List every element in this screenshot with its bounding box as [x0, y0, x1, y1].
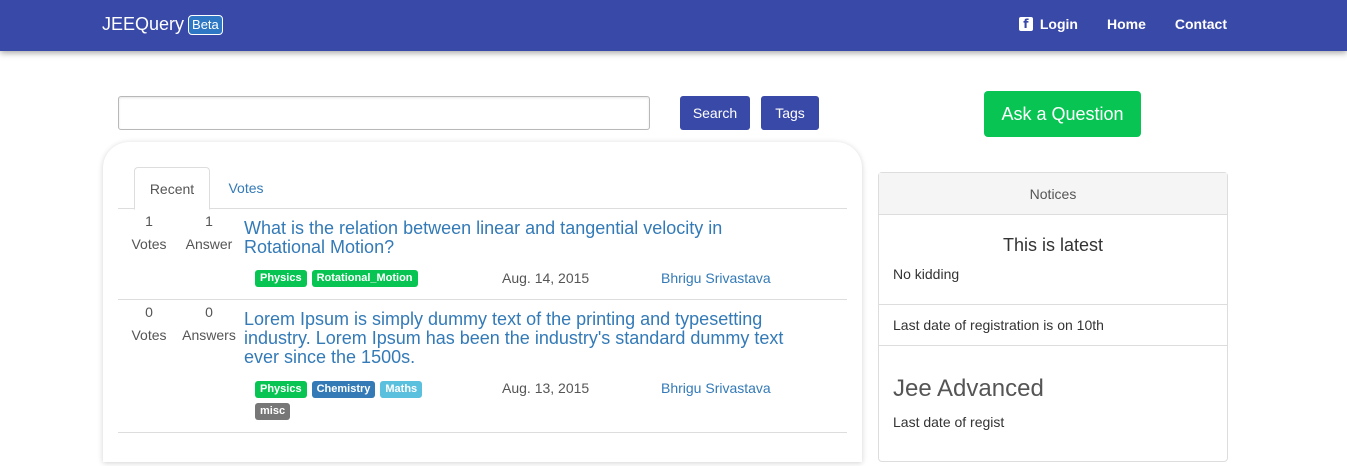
- vote-label: Votes: [131, 327, 167, 343]
- notice-text: No kidding: [893, 266, 960, 282]
- notice-item: Last date of registration is on 10th: [879, 305, 1227, 346]
- answer-stat: 0 Answers: [179, 301, 239, 347]
- notice-text: Last date of registration is on 10th: [893, 317, 1104, 333]
- vote-label: Votes: [131, 236, 167, 252]
- login-link[interactable]: f Login: [1018, 16, 1078, 32]
- notice-title: Jee Advanced: [893, 375, 1044, 402]
- vote-count: 1: [145, 213, 153, 229]
- question-row: 0 Votes 0 Answers Lorem Ipsum is simply …: [118, 300, 847, 433]
- answer-count: 1: [205, 213, 213, 229]
- notices-header: Notices: [879, 173, 1227, 215]
- vote-stat: 0 Votes: [119, 301, 179, 347]
- answer-count: 0: [205, 304, 213, 320]
- question-row: 1 Votes 1 Answer What is the relation be…: [118, 209, 847, 300]
- tag-maths[interactable]: Maths: [380, 381, 423, 398]
- vote-stat: 1 Votes: [119, 210, 179, 256]
- contact-link[interactable]: Contact: [1175, 16, 1227, 32]
- question-tabs: Recent Votes: [118, 167, 847, 210]
- tab-recent[interactable]: Recent: [134, 167, 210, 210]
- tab-votes[interactable]: Votes: [218, 167, 274, 209]
- question-date: Aug. 13, 2015: [502, 380, 590, 396]
- question-title[interactable]: Lorem Ipsum is simply dummy text of the …: [244, 310, 804, 367]
- question-author[interactable]: Bhrigu Srivastava: [661, 380, 771, 396]
- navbar: JEEQuery Beta f Login Home Contact: [0, 0, 1347, 51]
- tag-chemistry[interactable]: Chemistry: [311, 381, 376, 398]
- notice-item: Jee Advanced Last date of regist: [879, 346, 1227, 466]
- tag-misc[interactable]: misc: [255, 403, 291, 420]
- tag-list: Physics Chemistry Maths misc: [255, 381, 435, 425]
- answer-label: Answers: [182, 327, 236, 343]
- tag-list: Physics Rotational_Motion: [255, 270, 515, 292]
- notice-title: This is latest: [1002, 235, 1104, 255]
- notices-panel: Notices This is latest No kidding Last d…: [878, 172, 1228, 462]
- beta-badge: Beta: [188, 14, 223, 35]
- brand-name[interactable]: JEEQuery: [102, 14, 184, 35]
- login-label[interactable]: Login: [1040, 16, 1078, 32]
- tag-physics[interactable]: Physics: [255, 270, 307, 287]
- vote-count: 0: [145, 304, 153, 320]
- nav-links: f Login Home Contact: [990, 16, 1227, 32]
- notice-item: This is latest No kidding: [879, 215, 1227, 305]
- search-button[interactable]: Search: [680, 96, 750, 130]
- question-title[interactable]: What is the relation between linear and …: [244, 219, 804, 257]
- notice-text: Last date of regist: [893, 414, 1005, 430]
- tag-physics[interactable]: Physics: [255, 381, 307, 398]
- question-date: Aug. 14, 2015: [502, 270, 590, 286]
- answer-label: Answer: [185, 236, 233, 252]
- ask-question-button[interactable]: Ask a Question: [984, 91, 1141, 137]
- tag-rotational-motion[interactable]: Rotational_Motion: [311, 270, 418, 287]
- answer-stat: 1 Answer: [179, 210, 239, 256]
- tags-button[interactable]: Tags: [761, 96, 819, 130]
- facebook-icon: f: [1018, 17, 1033, 31]
- brand-logo[interactable]: JEEQuery Beta: [102, 14, 223, 35]
- question-author[interactable]: Bhrigu Srivastava: [661, 270, 771, 286]
- search-input[interactable]: [118, 96, 650, 130]
- home-link[interactable]: Home: [1107, 16, 1146, 32]
